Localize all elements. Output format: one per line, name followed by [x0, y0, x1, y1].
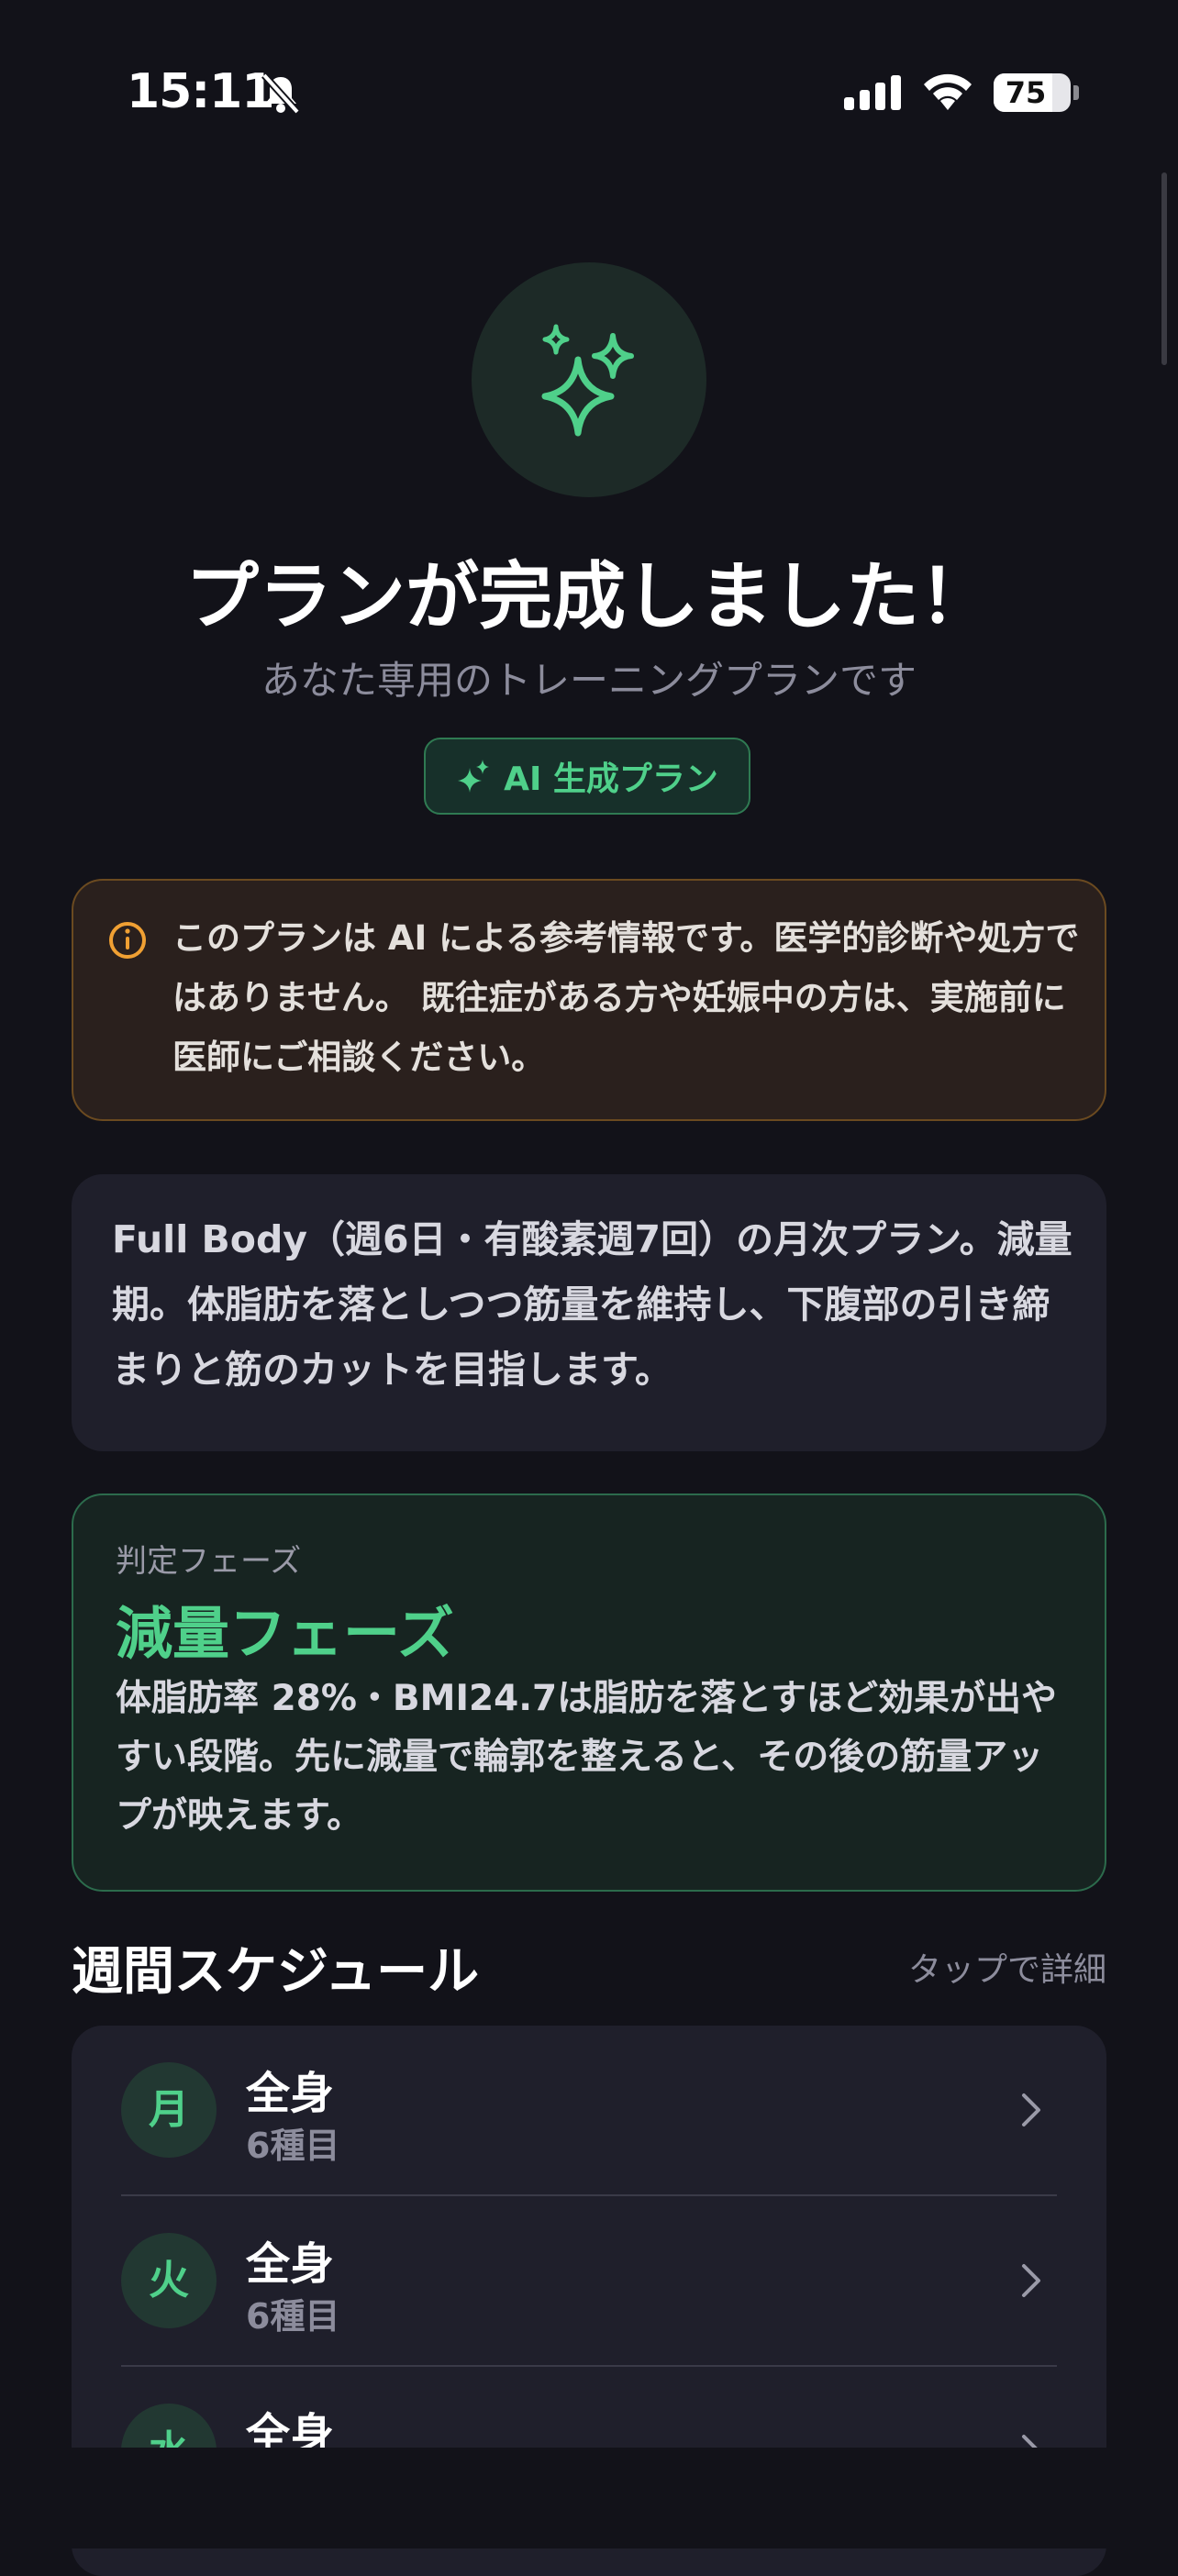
wifi-icon: [924, 73, 972, 110]
status-time: 15:11: [127, 64, 275, 119]
hero-badge: [472, 262, 706, 497]
scroll-indicator[interactable]: [1161, 172, 1167, 365]
page-subtitle: あなた専用のトレーニングプランです: [261, 658, 917, 703]
disclaimer-text: このプランは AI による参考情報です。医学的診断や処方ではありません。 既往症…: [172, 918, 1080, 1077]
workout-title: 全身: [246, 2068, 335, 2119]
battery-icon: 75: [994, 73, 1071, 112]
phase-title: 減量フェーズ: [116, 1600, 454, 1667]
exercise-count: 6種目: [246, 2296, 340, 2337]
schedule-row-tuesday[interactable]: 火 全身 6種目: [72, 2196, 1106, 2367]
phase-description: 体脂肪率 28%・BMI24.7は脂肪を落とすほど効果が出やすい段階。先に減量で…: [116, 1678, 1058, 1837]
workout-title: 全身: [246, 2238, 335, 2290]
bottom-safe-area: [0, 2448, 1178, 2548]
day-badge: 月: [121, 2062, 217, 2158]
phase-label: 判定フェーズ: [116, 1543, 302, 1580]
page-title: プランが完成しました！: [185, 554, 993, 639]
bell-muted-icon: [261, 72, 300, 115]
chevron-right-icon: [1022, 2093, 1040, 2126]
ai-badge-label: AI 生成プラン: [504, 761, 718, 798]
schedule-row-monday[interactable]: 月 全身 6種目: [72, 2026, 1106, 2196]
schedule-title: 週間スケジュール: [72, 1942, 480, 2002]
disclaimer-card: このプランは AI による参考情報です。医学的診断や処方ではありません。 既往症…: [72, 879, 1106, 1121]
day-badge: 火: [121, 2233, 217, 2328]
chevron-right-icon: [1022, 2264, 1040, 2297]
battery-level: 75: [1005, 75, 1047, 110]
info-icon: [109, 922, 146, 959]
plan-summary-text: Full Body（週6日・有酸素週7回）の月次プラン。減量期。体脂肪を落としつ…: [112, 1217, 1072, 1392]
cellular-signal-icon: [844, 75, 901, 110]
sparkles-icon: [458, 760, 490, 793]
schedule-hint: タップで詳細: [907, 1951, 1106, 1989]
battery-cap: [1073, 85, 1079, 100]
ai-generated-badge: AI 生成プラン: [424, 738, 750, 815]
phase-card: 判定フェーズ 減量フェーズ 体脂肪率 28%・BMI24.7は脂肪を落とすほど効…: [72, 1493, 1106, 1892]
exercise-count: 6種目: [246, 2126, 340, 2166]
plan-summary-card: Full Body（週6日・有酸素週7回）の月次プラン。減量期。体脂肪を落としつ…: [72, 1174, 1106, 1451]
status-bar: 15:11 75: [0, 0, 1178, 138]
sparkles-icon: [541, 324, 634, 437]
